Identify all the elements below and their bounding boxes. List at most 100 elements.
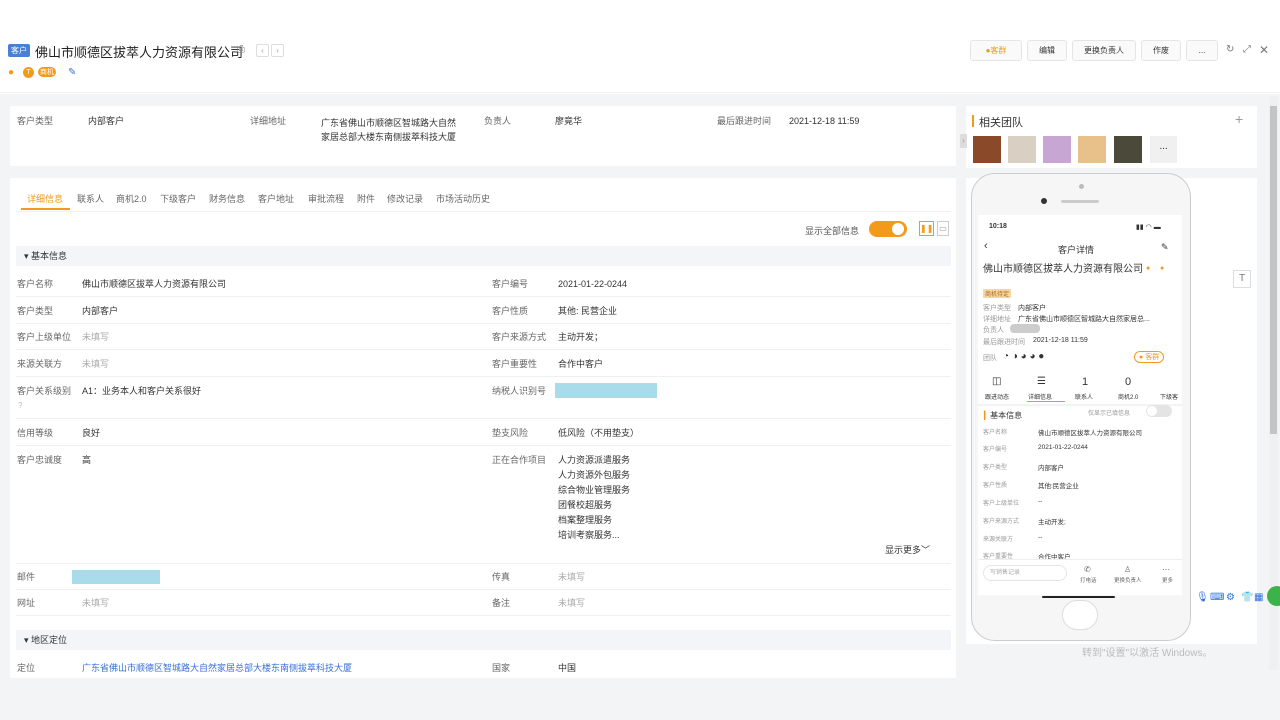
- filter-icon[interactable]: T: [1233, 270, 1251, 288]
- team-avatar[interactable]: [1114, 136, 1142, 163]
- team-more-button[interactable]: ...: [1150, 136, 1177, 163]
- summary-owner-label: 负责人: [484, 116, 512, 126]
- next-button[interactable]: ›: [271, 44, 284, 57]
- group-button[interactable]: ●客群: [970, 40, 1022, 61]
- field-label: 客户关系级别: [17, 386, 72, 396]
- phone-call-label[interactable]: 打电话: [1080, 576, 1097, 584]
- phone-only-filled-toggle[interactable]: [1146, 405, 1172, 417]
- refresh-icon[interactable]: ↻: [1226, 44, 1234, 55]
- close-icon[interactable]: ✕: [1259, 43, 1269, 57]
- phone-stat-label[interactable]: 跟进动态: [985, 392, 1009, 401]
- prev-button[interactable]: ‹: [256, 44, 269, 57]
- field-label: 客户重要性: [492, 359, 538, 369]
- team-avatar[interactable]: [1078, 136, 1106, 163]
- field-value: A1：业务本人和客户关系很好: [82, 386, 202, 396]
- scrollbar[interactable]: [1269, 96, 1278, 670]
- help-icon[interactable]: ?: [18, 401, 22, 410]
- tag-icon[interactable]: ✎: [68, 67, 76, 78]
- phone-stat-num: 1: [1082, 376, 1089, 388]
- phone-record-input[interactable]: 写销售记录: [983, 565, 1067, 581]
- phone-follow-icon[interactable]: ◫: [992, 376, 1001, 387]
- row-divider: [16, 418, 951, 419]
- show-more-link[interactable]: 显示更多﹀: [885, 543, 930, 557]
- geo-header[interactable]: ▾ 地区定位: [16, 630, 951, 650]
- redacted-email: [72, 570, 160, 584]
- basic-info-header[interactable]: ▾ 基本信息: [16, 246, 951, 266]
- collapse-icon[interactable]: ›: [960, 134, 967, 148]
- field-label: 客户名称: [17, 279, 54, 289]
- location-link[interactable]: 广东省佛山市顺德区智城路大自然家居总部大楼东南侧拔萃科技大厦: [82, 661, 352, 675]
- row-divider: [16, 376, 951, 377]
- phone-stat-label[interactable]: 联系人: [1075, 392, 1093, 401]
- back-icon[interactable]: ‹: [984, 240, 988, 252]
- phone-stat-num: 0: [1125, 376, 1132, 388]
- status-badge: 商机: [38, 67, 56, 77]
- tab-opportunity[interactable]: 商机2.0: [116, 192, 147, 205]
- edit-icon[interactable]: ✎: [1161, 242, 1169, 253]
- phone-user-icon[interactable]: ♙: [1124, 565, 1131, 574]
- void-button[interactable]: 作废: [1141, 40, 1181, 61]
- phone-stat-label[interactable]: 商机2.0: [1118, 392, 1138, 401]
- location-icon[interactable]: ●: [8, 67, 14, 78]
- field-label: 客户性质: [492, 306, 529, 316]
- team-avatar[interactable]: [973, 136, 1001, 163]
- tab-detail[interactable]: 详细信息: [27, 192, 63, 205]
- field-label: 备注: [492, 598, 511, 608]
- lock-icon[interactable]: ⎙: [237, 44, 245, 55]
- keyboard-icon[interactable]: ⌨: [1210, 592, 1224, 603]
- field-label: 网址: [17, 598, 36, 608]
- edit-button[interactable]: 编辑: [1027, 40, 1067, 61]
- tab-attachment[interactable]: 附件: [357, 192, 375, 205]
- phone-stat-label[interactable]: 详细信息: [1028, 392, 1052, 401]
- phone-more-icon[interactable]: ⋯: [1162, 565, 1170, 574]
- settings-icon[interactable]: ⚙: [1226, 592, 1235, 603]
- more-button[interactable]: ...: [1186, 40, 1218, 61]
- grid-icon[interactable]: ▦: [1254, 592, 1263, 603]
- phone-group-button[interactable]: ● 客群: [1134, 351, 1165, 363]
- summary-type-value: 内部客户: [88, 116, 125, 126]
- tab-address[interactable]: 客户地址: [258, 192, 294, 205]
- show-all-toggle[interactable]: [869, 221, 907, 237]
- project-item: 档案整理服务: [558, 515, 613, 525]
- expand-icon[interactable]: ⤢: [1243, 44, 1251, 55]
- mic-icon[interactable]: 🎙: [1196, 592, 1209, 603]
- team-avatar[interactable]: [1043, 136, 1071, 163]
- phone-label: 详细地址: [983, 316, 1011, 323]
- summary-type-label: 客户类型: [17, 116, 54, 126]
- phone-field-label: 来源关联方: [983, 537, 1014, 543]
- change-owner-button[interactable]: 更换负责人: [1072, 40, 1136, 61]
- phone-change-owner-label[interactable]: 更换负责人: [1114, 576, 1142, 584]
- row-view-icon[interactable]: ▭: [937, 221, 949, 236]
- page-title: 佛山市顺德区拔萃人力资源有限公司: [35, 45, 244, 60]
- tab-history[interactable]: 修改记录: [387, 192, 423, 205]
- tab-finance[interactable]: 财务信息: [209, 192, 245, 205]
- level-icon: T: [23, 67, 34, 78]
- field-label: 信用等级: [17, 428, 54, 438]
- tab-contacts[interactable]: 联系人: [77, 192, 104, 205]
- field-value: 主动开发；: [558, 332, 604, 342]
- phone-field-label: 客户编号: [983, 447, 1008, 453]
- column-view-icon[interactable]: ❚❚: [919, 221, 934, 236]
- field-label: 国家: [492, 663, 511, 673]
- status-circle-icon[interactable]: [1267, 586, 1280, 606]
- row-divider: [16, 323, 951, 324]
- team-avatar[interactable]: [1008, 136, 1036, 163]
- project-item: 综合物业管理服务: [558, 485, 631, 495]
- field-label: 客户类型: [17, 306, 54, 316]
- phone-loc-icon: ●: [1146, 265, 1151, 272]
- summary-addr-label: 详细地址: [250, 116, 287, 126]
- phone-field-label: 客户类型: [983, 465, 1008, 471]
- phone-call-icon[interactable]: ✆: [1084, 565, 1091, 574]
- tab-approval[interactable]: 审批流程: [308, 192, 344, 205]
- phone-more-label[interactable]: 更多: [1162, 576, 1173, 584]
- phone-field-value: 2021-01-22-0244: [1038, 444, 1088, 451]
- tab-marketing[interactable]: 市场活动历史: [436, 192, 490, 205]
- field-label: 垫支风险: [492, 428, 529, 438]
- field-label: 客户忠诚度: [17, 455, 63, 465]
- phone-stat-label[interactable]: 下级客: [1160, 392, 1178, 401]
- tab-subcustomer[interactable]: 下级客户: [160, 192, 196, 205]
- phone-value: 内部客户: [1018, 305, 1046, 312]
- shirt-icon[interactable]: 👕: [1241, 592, 1253, 603]
- add-team-icon[interactable]: +: [1235, 111, 1243, 127]
- phone-detail-icon[interactable]: ☰: [1037, 376, 1046, 387]
